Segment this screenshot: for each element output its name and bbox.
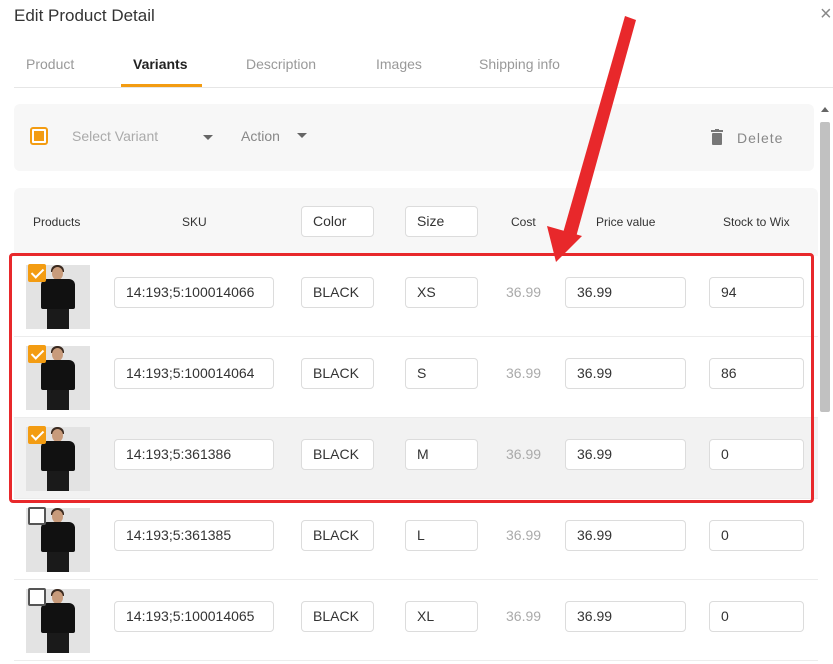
header-products: Products (33, 215, 81, 229)
row-checkbox[interactable] (28, 345, 46, 363)
table-row: 14:193;5:100014064 BLACK S 36.99 36.99 86 (14, 337, 818, 418)
cost-value: 36.99 (506, 527, 542, 543)
tab-product[interactable]: Product (26, 56, 74, 72)
row-checkbox[interactable] (28, 426, 46, 444)
stock-input[interactable]: 0 (709, 520, 804, 551)
header-price-value: Price value (596, 215, 656, 229)
stock-input[interactable]: 94 (709, 277, 804, 308)
select-variant-label: Select Variant (72, 128, 159, 144)
table-row: 14:193;5:100014065 BLACK XL 36.99 36.99 0 (14, 580, 818, 661)
size-input[interactable]: M (405, 439, 478, 470)
price-input[interactable]: 36.99 (565, 520, 686, 551)
row-checkbox[interactable] (28, 264, 46, 282)
stock-input[interactable]: 0 (709, 439, 804, 470)
size-input[interactable]: S (405, 358, 478, 389)
price-input[interactable]: 36.99 (565, 358, 686, 389)
chevron-down-icon[interactable] (297, 133, 307, 138)
select-variant-dropdown[interactable]: Select Variant (72, 128, 158, 144)
sku-input[interactable]: 14:193;5:361386 (114, 439, 274, 470)
sku-input[interactable]: 14:193;5:100014066 (114, 277, 274, 308)
scrollbar[interactable] (818, 104, 833, 664)
cost-value: 36.99 (506, 284, 542, 300)
chevron-down-icon[interactable] (203, 135, 213, 140)
variant-toolbar: Select Variant Action Delete (14, 104, 814, 171)
header-stock-to-wix: Stock to Wix (723, 215, 790, 229)
tab-divider (14, 87, 833, 88)
trash-icon (711, 129, 723, 145)
cost-value: 36.99 (506, 608, 542, 624)
stock-input[interactable]: 86 (709, 358, 804, 389)
color-input[interactable]: BLACK (301, 277, 374, 308)
cost-value: 36.99 (506, 365, 542, 381)
sku-input[interactable]: 14:193;5:100014065 (114, 601, 274, 632)
color-input[interactable]: BLACK (301, 601, 374, 632)
color-input[interactable]: BLACK (301, 358, 374, 389)
table-row: 14:193;5:361386 BLACK M 36.99 36.99 0 (14, 418, 818, 499)
tab-shipping-info[interactable]: Shipping info (479, 56, 560, 72)
scroll-up-arrow-icon[interactable] (821, 107, 829, 112)
tab-variants[interactable]: Variants (133, 56, 187, 72)
delete-label: Delete (737, 130, 784, 146)
row-checkbox[interactable] (28, 507, 46, 525)
scroll-thumb[interactable] (820, 122, 830, 412)
stock-input[interactable]: 0 (709, 601, 804, 632)
tab-description[interactable]: Description (246, 56, 316, 72)
action-label: Action (241, 128, 280, 144)
header-size: Size (405, 206, 478, 237)
table-row: 14:193;5:100014066 BLACK XS 36.99 36.99 94 (14, 256, 818, 337)
cost-value: 36.99 (506, 446, 542, 462)
sku-input[interactable]: 14:193;5:100014064 (114, 358, 274, 389)
color-input[interactable]: BLACK (301, 439, 374, 470)
sku-input[interactable]: 14:193;5:361385 (114, 520, 274, 551)
header-sku: SKU (182, 215, 207, 229)
header-cost: Cost (511, 215, 536, 229)
table-row: 14:193;5:361385 BLACK L 36.99 36.99 0 (14, 499, 818, 580)
header-color: Color (301, 206, 374, 237)
select-all-checkbox[interactable] (30, 127, 48, 145)
price-input[interactable]: 36.99 (565, 601, 686, 632)
color-input[interactable]: BLACK (301, 520, 374, 551)
price-input[interactable]: 36.99 (565, 439, 686, 470)
table-header: Products SKU Color Size Cost Price value… (14, 188, 818, 256)
price-input[interactable]: 36.99 (565, 277, 686, 308)
tab-images[interactable]: Images (376, 56, 422, 72)
row-checkbox[interactable] (28, 588, 46, 606)
size-input[interactable]: L (405, 520, 478, 551)
size-input[interactable]: XL (405, 601, 478, 632)
action-dropdown[interactable]: Action (241, 128, 280, 144)
tab-bar: Product Variants Description Images Ship… (0, 0, 833, 88)
size-input[interactable]: XS (405, 277, 478, 308)
variants-table: Products SKU Color Size Cost Price value… (14, 188, 818, 664)
